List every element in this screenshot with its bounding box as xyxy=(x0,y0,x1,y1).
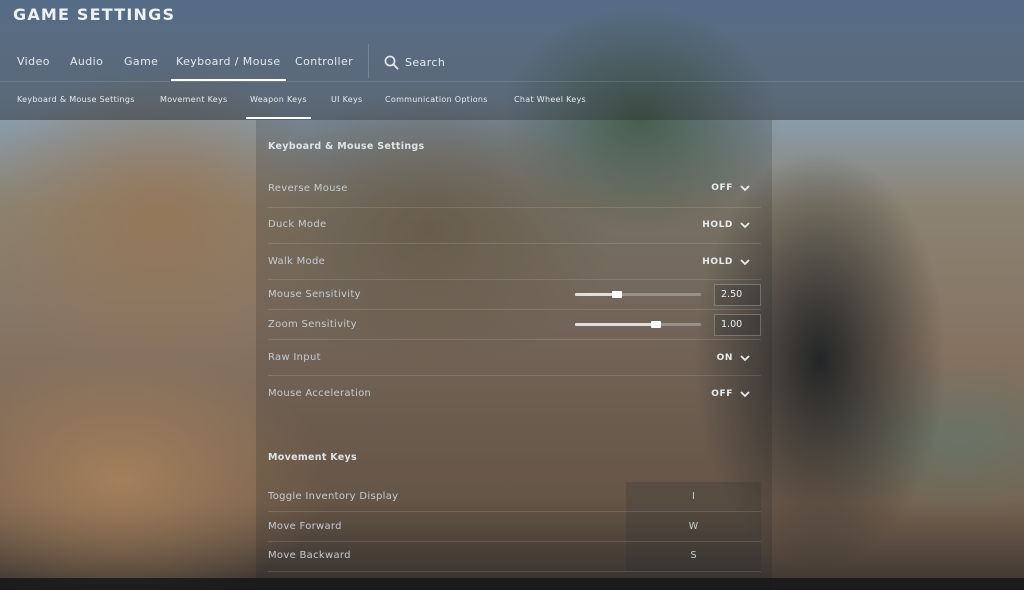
setting-label: Zoom Sensitivity xyxy=(268,319,357,330)
tab-keyboard-mouse[interactable]: Keyboard / Mouse xyxy=(171,48,285,81)
setting-row-duck-mode: Duck Mode HOLD xyxy=(268,208,761,244)
walk-mode-dropdown[interactable]: HOLD xyxy=(702,257,750,267)
keybind-label: Move Backward xyxy=(268,550,351,561)
search-label: Search xyxy=(405,55,446,69)
main-tabs: Video Audio Game Keyboard / Mouse Contro… xyxy=(0,48,1024,81)
row-divider xyxy=(268,571,761,572)
tab-controller[interactable]: Controller xyxy=(295,48,353,81)
slider-thumb[interactable] xyxy=(612,291,622,298)
search-icon xyxy=(384,55,399,70)
tab-divider xyxy=(368,44,369,78)
chevron-down-icon xyxy=(740,390,750,397)
keybind-cell-move-backward[interactable]: S xyxy=(626,542,761,572)
keybind-cell-move-forward[interactable]: W xyxy=(626,512,761,542)
mouse-acceleration-dropdown[interactable]: OFF xyxy=(711,389,750,399)
setting-label: Mouse Acceleration xyxy=(268,388,372,399)
slider-thumb[interactable] xyxy=(651,321,661,328)
search-button[interactable]: Search xyxy=(384,50,445,74)
setting-label: Reverse Mouse xyxy=(268,183,348,194)
slider-fill xyxy=(575,293,617,296)
subtab-keyboard-mouse-settings[interactable]: Keyboard & Mouse Settings xyxy=(17,87,135,119)
raw-input-dropdown[interactable]: ON xyxy=(717,353,750,363)
setting-label: Walk Mode xyxy=(268,256,326,267)
setting-row-walk-mode: Walk Mode HOLD xyxy=(268,244,761,280)
setting-row-raw-input: Raw Input ON xyxy=(268,340,761,376)
mouse-sensitivity-slider[interactable] xyxy=(575,291,701,298)
subtab-weapon-keys[interactable]: Weapon Keys xyxy=(246,87,311,119)
slider-fill xyxy=(575,323,656,326)
keybind-label: Move Forward xyxy=(268,521,342,532)
chevron-down-icon xyxy=(740,258,750,265)
subtab-ui-keys[interactable]: UI Keys xyxy=(331,87,363,119)
bottom-bar xyxy=(0,578,1024,590)
keybind-label: Toggle Inventory Display xyxy=(268,491,399,502)
tab-separator xyxy=(0,81,1024,82)
chevron-down-icon xyxy=(740,354,750,361)
zoom-sensitivity-slider[interactable] xyxy=(575,321,701,328)
chevron-down-icon xyxy=(740,184,750,191)
section-title-movement-keys: Movement Keys xyxy=(268,452,357,463)
setting-row-zoom-sensitivity: Zoom Sensitivity 1.00 xyxy=(268,310,761,340)
dropdown-value: OFF xyxy=(711,183,733,193)
dropdown-value: ON xyxy=(716,353,733,363)
dropdown-value: HOLD xyxy=(702,257,733,267)
dropdown-value: OFF xyxy=(711,389,733,399)
setting-label: Raw Input xyxy=(268,352,321,363)
setting-row-mouse-acceleration: Mouse Acceleration OFF xyxy=(268,376,761,412)
setting-row-reverse-mouse: Reverse Mouse OFF xyxy=(268,172,761,208)
reverse-mouse-dropdown[interactable]: OFF xyxy=(711,183,750,193)
mouse-sensitivity-input[interactable]: 2.50 xyxy=(714,284,761,306)
setting-label: Duck Mode xyxy=(268,219,327,230)
subtab-movement-keys[interactable]: Movement Keys xyxy=(160,87,228,119)
dropdown-value: HOLD xyxy=(702,220,733,230)
subtab-communication-options[interactable]: Communication Options xyxy=(385,87,488,119)
section-title-keyboard-mouse: Keyboard & Mouse Settings xyxy=(268,141,425,152)
setting-row-mouse-sensitivity: Mouse Sensitivity 2.50 xyxy=(268,280,761,310)
tab-video[interactable]: Video xyxy=(17,48,50,81)
header-bar: GAME SETTINGS Video Audio Game Keyboard … xyxy=(0,0,1024,120)
page-title: GAME SETTINGS xyxy=(13,5,176,24)
subtab-chat-wheel-keys[interactable]: Chat Wheel Keys xyxy=(514,87,586,119)
zoom-sensitivity-input[interactable]: 1.00 xyxy=(714,314,761,336)
tab-game[interactable]: Game xyxy=(124,48,158,81)
keybind-cell-toggle-inventory[interactable]: I xyxy=(626,482,761,512)
keybind-row-move-backward: Move Backward S xyxy=(268,542,761,572)
keybind-row-move-forward: Move Forward W xyxy=(268,512,761,542)
setting-label: Mouse Sensitivity xyxy=(268,289,361,300)
keybind-row-toggle-inventory: Toggle Inventory Display I xyxy=(268,482,761,512)
duck-mode-dropdown[interactable]: HOLD xyxy=(702,220,750,230)
chevron-down-icon xyxy=(740,221,750,228)
tab-audio[interactable]: Audio xyxy=(70,48,103,81)
